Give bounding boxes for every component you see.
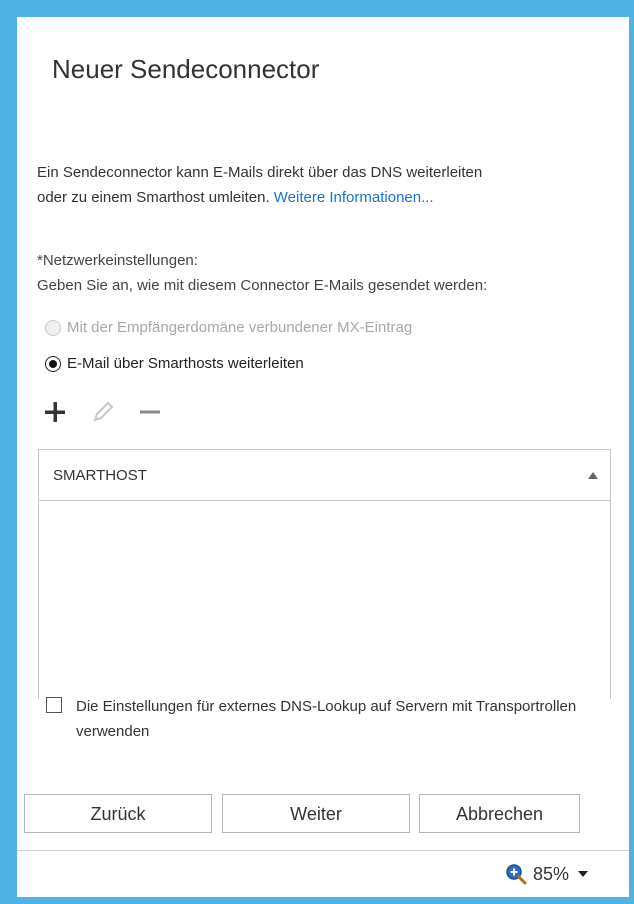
next-button[interactable]: Weiter [222,794,410,833]
zoom-level: 85% [532,863,569,884]
network-settings-label: *Netzwerkeinstellungen: [37,252,198,269]
dns-lookup-option[interactable]: Die Einstellungen für externes DNS-Looku… [46,694,616,744]
radio-mx-record[interactable]: Mit der Empfängerdomäne verbundener MX-E… [45,319,412,336]
pencil-icon[interactable] [91,400,115,424]
radio-mx-record-label: Mit der Empfängerdomäne verbundener MX-E… [67,319,413,336]
network-settings-description: Geben Sie an, wie mit diesem Connector E… [37,277,488,294]
dns-lookup-label: Die Einstellungen für externes DNS-Looku… [76,698,577,740]
dialog-title: Neuer Sendeconnector [52,54,320,84]
description-line-2: oder zu einem Smarthost umleiten. Weiter… [37,185,482,210]
radio-smarthost-button[interactable] [45,355,61,372]
zoom-in-icon [506,864,527,885]
column-header-smarthost[interactable]: SMARTHOST [53,467,147,484]
smarthost-table-header[interactable]: SMARTHOST [39,450,610,501]
chevron-down-icon[interactable] [577,870,589,878]
radio-smarthost-label: E-Mail über Smarthosts weiterleiten [67,355,304,372]
description-line-1: Ein Sendeconnector kann E-Mails direkt ü… [37,164,483,181]
radio-mx-record-button[interactable] [45,319,61,336]
radio-smarthost[interactable]: E-Mail über Smarthosts weiterleiten [45,355,304,372]
plus-icon[interactable] [43,400,67,424]
back-button[interactable]: Zurück [24,794,212,833]
more-info-link[interactable]: Weitere Informationen... [274,189,434,206]
cancel-button[interactable]: Abbrechen [419,794,580,833]
status-bar: 85% [17,850,629,897]
dialog-description: Ein Sendeconnector kann E-Mails direkt ü… [37,160,482,210]
minus-icon[interactable] [138,400,162,424]
smarthost-table: SMARTHOST [38,449,611,699]
sort-ascending-icon[interactable] [586,470,600,480]
dns-lookup-checkbox[interactable] [46,697,62,713]
dialog-window: Neuer Sendeconnector Ein Sendeconnector … [17,17,629,850]
description-line-2-text: oder zu einem Smarthost umleiten. [37,189,270,206]
zoom-control[interactable]: 85% [505,863,589,885]
